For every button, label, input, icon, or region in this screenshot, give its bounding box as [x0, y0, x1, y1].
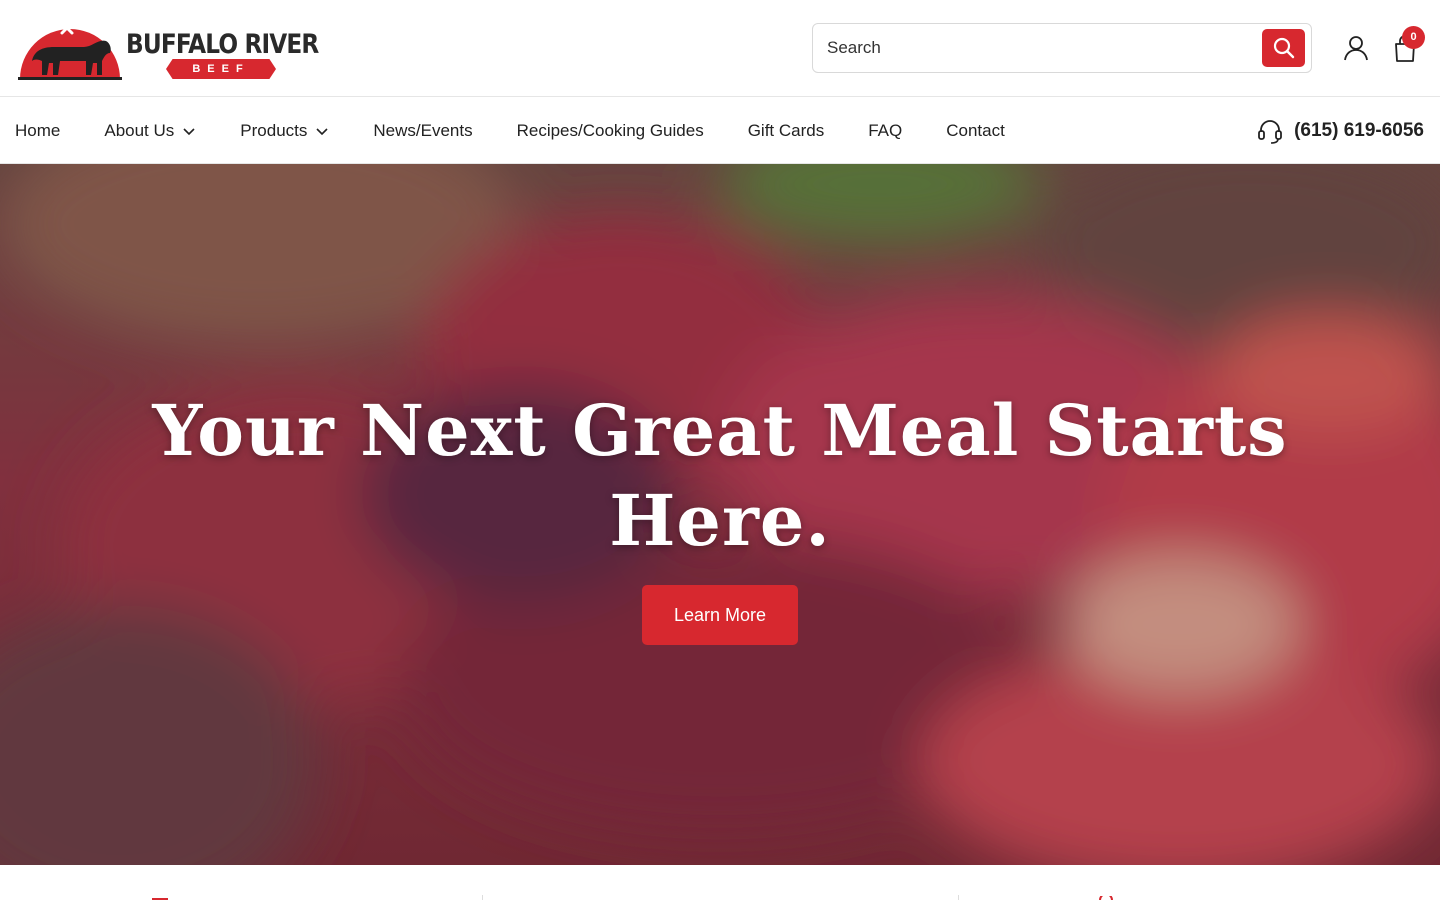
search-icon: [1273, 37, 1294, 59]
nav-item-about-us[interactable]: About Us: [104, 121, 196, 141]
learn-more-button[interactable]: Learn More: [642, 585, 798, 645]
search-box: [812, 23, 1312, 73]
hero-title: Your Next Great Meal Starts Here.: [152, 389, 1288, 562]
nav-item-label: Gift Cards: [747, 120, 825, 140]
hero-banner: Your Next Great Meal Starts Here. Learn …: [0, 164, 1440, 865]
nav-item-label: Home: [15, 120, 61, 140]
feature-icon: [152, 898, 168, 900]
nav-list: Home About Us Products News/Events Recip…: [15, 97, 1049, 164]
user-icon[interactable]: [1342, 34, 1370, 62]
feature-divider: [482, 895, 483, 900]
nav-item-news-events[interactable]: News/Events: [373, 121, 472, 141]
brand-logo[interactable]: BUFFALO RIVER BEEF: [18, 15, 319, 81]
logo-wordmark: BUFFALO RIVER: [126, 29, 319, 60]
nav-item-recipes[interactable]: Recipes/Cooking Guides: [517, 121, 704, 141]
chevron-down-icon: [183, 127, 195, 135]
headset-icon: [1258, 119, 1282, 144]
nav-item-home[interactable]: Home: [15, 121, 60, 141]
nav-item-products[interactable]: Products: [240, 121, 329, 141]
site-header: BUFFALO RIVER BEEF 0: [0, 0, 1440, 97]
nav-item-label: About Us: [104, 120, 175, 140]
logo-subtitle: BEEF: [166, 59, 276, 79]
nav-item-faq[interactable]: FAQ: [868, 121, 902, 141]
search-button[interactable]: [1262, 29, 1305, 67]
logo-emblem: [18, 21, 122, 80]
nav-item-gift-cards[interactable]: Gift Cards: [748, 121, 825, 141]
cart-count-badge: 0: [1402, 26, 1425, 49]
phone-number: (615) 619-6056: [1294, 119, 1424, 141]
feature-divider: [958, 895, 959, 900]
nav-item-contact[interactable]: Contact: [946, 121, 1005, 141]
nav-item-label: Recipes/Cooking Guides: [516, 120, 704, 140]
phone-link[interactable]: (615) 619-6056: [1256, 97, 1424, 164]
search-input[interactable]: [827, 32, 1247, 64]
feature-icon: [1099, 896, 1113, 900]
nav-item-label: Contact: [946, 120, 1005, 140]
feature-strip: [0, 865, 1440, 900]
main-navigation: Home About Us Products News/Events Recip…: [0, 97, 1440, 164]
nav-item-label: News/Events: [373, 120, 473, 140]
chevron-down-icon: [316, 127, 328, 135]
nav-item-label: FAQ: [868, 120, 903, 140]
nav-item-label: Products: [240, 120, 308, 140]
